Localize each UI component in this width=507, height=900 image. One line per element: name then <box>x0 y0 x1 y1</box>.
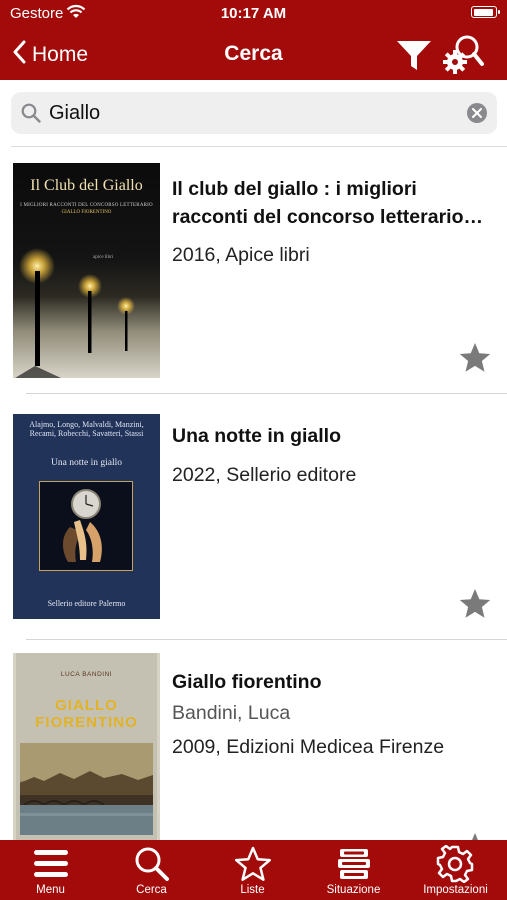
results-list: Il Club del Giallo I MIGLIORI RACCONTI D… <box>0 147 507 840</box>
advanced-search-button[interactable] <box>442 33 484 75</box>
book-cover: Il Club del Giallo I MIGLIORI RACCONTI D… <box>13 163 160 378</box>
search-bar <box>11 92 497 134</box>
book-cover: LUCA BANDINI GIALLO FIORENTINO <box>13 653 160 840</box>
tab-bar: Menu Cerca Liste Situazione Impostazioni <box>0 840 507 900</box>
gear-icon <box>436 845 474 883</box>
battery-icon <box>471 6 500 18</box>
book-publication: 2009, Edizioni Medicea Firenze <box>172 736 445 758</box>
search-settings-icon <box>443 35 484 74</box>
list-item[interactable]: Alajmo, Longo, Malvaldi, Manzini, Recami… <box>0 394 507 639</box>
cover-author: LUCA BANDINI <box>60 671 113 678</box>
cover-title-line1: GIALLO <box>55 697 118 714</box>
book-cover: Alajmo, Longo, Malvaldi, Manzini, Recami… <box>13 414 160 619</box>
book-title: Una notte in giallo <box>172 425 341 447</box>
florence-illustration <box>20 743 153 835</box>
book-publication: 2016, Apice libri <box>172 244 310 266</box>
book-publication: 2022, Sellerio editore <box>172 464 357 486</box>
status-bar: Gestore 10:17 AM <box>0 0 507 28</box>
navigation-bar: Home Cerca <box>0 28 507 80</box>
list-item[interactable]: Il Club del Giallo I MIGLIORI RACCONTI D… <box>0 147 507 393</box>
cover-title-line2: FIORENTINO <box>35 714 138 731</box>
cover-authors: Alajmo, Longo, Malvaldi, Manzini, Recami… <box>29 420 144 438</box>
favorite-star-icon[interactable] <box>458 342 492 374</box>
star-icon <box>234 846 272 881</box>
search-input[interactable] <box>49 92 449 134</box>
tab-label: Situazione <box>326 884 381 896</box>
cover-publisher: Sellerio editore Palermo <box>47 599 126 608</box>
back-label: Home <box>32 42 89 66</box>
book-title: Il club del giallo : i migliori racconti… <box>172 178 484 228</box>
book-title: Giallo fiorentino <box>172 671 322 693</box>
clock: 10:17 AM <box>220 5 287 22</box>
favorite-star-icon[interactable] <box>458 588 492 620</box>
search-icon <box>135 847 169 881</box>
back-button[interactable]: Home <box>12 40 88 69</box>
menu-icon <box>34 850 68 877</box>
tab-label: Cerca <box>136 884 167 896</box>
clear-search-button[interactable] <box>467 103 487 123</box>
close-icon <box>472 108 482 118</box>
filter-button[interactable] <box>396 38 432 72</box>
tab-label: Liste <box>240 884 265 896</box>
search-area <box>0 80 507 146</box>
search-icon <box>21 103 41 128</box>
filter-icon <box>397 41 431 70</box>
cover-title: Una notte in giallo <box>51 458 122 468</box>
book-author: Bandini, Luca <box>172 702 291 724</box>
favorite-star-icon[interactable] <box>458 832 492 840</box>
tab-settings[interactable]: Impostazioni <box>404 840 507 900</box>
tab-situation[interactable]: Situazione <box>303 840 404 900</box>
books-icon <box>338 849 370 879</box>
streetlamp-illustration <box>15 248 135 378</box>
cover-illustration <box>39 481 133 571</box>
chevron-left-icon <box>12 40 26 69</box>
tab-menu[interactable]: Menu <box>0 840 101 900</box>
tab-lists[interactable]: Liste <box>202 840 303 900</box>
tab-label: Impostazioni <box>423 884 488 896</box>
tab-label: Menu <box>36 884 65 896</box>
tab-search[interactable]: Cerca <box>101 840 202 900</box>
